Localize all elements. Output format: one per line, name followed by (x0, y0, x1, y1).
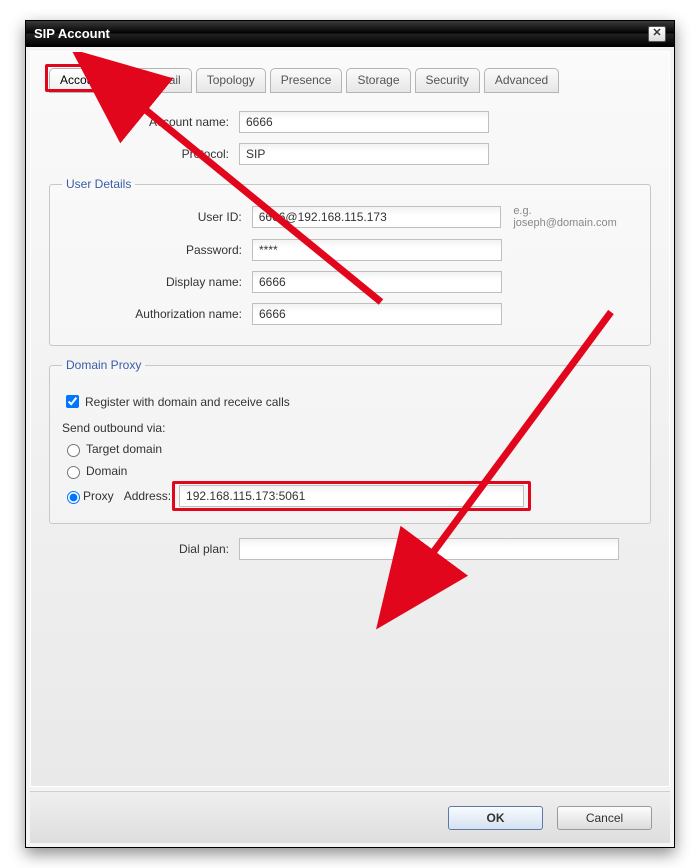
send-outbound-label: Send outbound via: (62, 421, 638, 435)
tab-presence[interactable]: Presence (270, 68, 343, 93)
tab-advanced[interactable]: Advanced (484, 68, 559, 93)
ok-button[interactable]: OK (448, 806, 543, 830)
radio-proxy-label: Proxy (83, 489, 114, 503)
register-checkbox[interactable] (66, 395, 79, 408)
tab-voicemail[interactable]: Voicemail (118, 68, 191, 93)
password-label: Password: (62, 243, 252, 257)
user-id-field[interactable] (252, 206, 502, 228)
tab-security[interactable]: Security (415, 68, 480, 93)
cancel-button[interactable]: Cancel (557, 806, 652, 830)
tab-topology[interactable]: Topology (196, 68, 266, 93)
content-area: Account Voicemail Topology Presence Stor… (30, 51, 670, 787)
radio-target-domain-label: Target domain (86, 442, 162, 456)
user-details-group: User Details User ID: e.g. joseph@domain… (49, 177, 651, 346)
tab-bar: Account Voicemail Topology Presence Stor… (49, 68, 651, 93)
close-icon[interactable]: ✕ (648, 26, 666, 42)
proxy-address-label: Address: (124, 489, 171, 503)
password-field[interactable] (252, 239, 502, 261)
display-name-field[interactable] (252, 271, 502, 293)
account-name-label: Account name: (49, 115, 239, 129)
protocol-field[interactable] (239, 143, 489, 165)
radio-domain-label: Domain (86, 464, 127, 478)
radio-proxy[interactable] (67, 491, 80, 504)
proxy-address-field[interactable] (179, 485, 524, 507)
protocol-label: Protocol: (49, 147, 239, 161)
tab-storage[interactable]: Storage (346, 68, 410, 93)
dial-plan-field[interactable] (239, 538, 619, 560)
tab-account[interactable]: Account (49, 68, 114, 93)
display-name-label: Display name: (62, 275, 252, 289)
radio-target-domain[interactable] (67, 444, 80, 457)
register-label: Register with domain and receive calls (85, 395, 290, 409)
sip-account-dialog: SIP Account ✕ Account Voicemail Topology… (25, 20, 675, 848)
domain-proxy-group: Domain Proxy Register with domain and re… (49, 358, 651, 524)
domain-proxy-legend: Domain Proxy (62, 358, 145, 372)
dialog-footer: OK Cancel (30, 791, 670, 843)
auth-name-field[interactable] (252, 303, 502, 325)
radio-domain[interactable] (67, 466, 80, 479)
account-name-field[interactable] (239, 111, 489, 133)
user-id-label: User ID: (62, 210, 252, 224)
dial-plan-label: Dial plan: (49, 542, 239, 556)
auth-name-label: Authorization name: (62, 307, 252, 321)
titlebar: SIP Account ✕ (26, 21, 674, 47)
user-details-legend: User Details (62, 177, 135, 191)
window-title: SIP Account (34, 26, 648, 41)
user-id-hint: e.g. joseph@domain.com (513, 205, 638, 229)
